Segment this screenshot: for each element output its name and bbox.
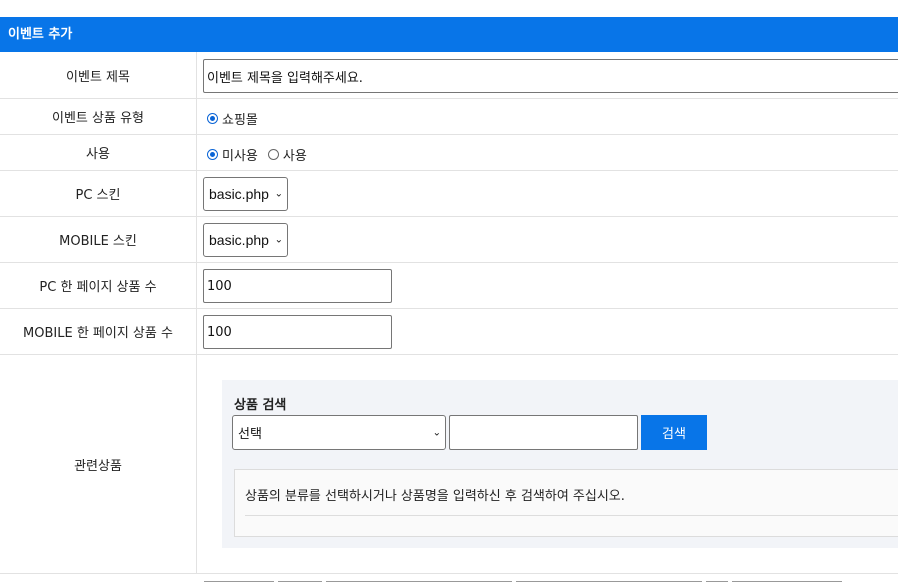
- chevron-down-icon: ⌄: [432, 427, 441, 438]
- mobile-per-page-label: MOBILE 한 페이지 상품 수: [0, 309, 197, 354]
- divider: [245, 515, 898, 516]
- search-notice-text: 상품의 분류를 선택하시거나 상품명을 입력하신 후 검색하여 주십시오.: [245, 489, 625, 504]
- event-title-input[interactable]: 이벤트 제목을 입력해주세요.: [203, 59, 898, 93]
- related-products-label: 관련상품: [0, 355, 197, 573]
- row-mobile-per-page: MOBILE 한 페이지 상품 수 100: [0, 309, 898, 355]
- product-type-label: 이벤트 상품 유형: [0, 99, 197, 134]
- usage-label: 사용: [0, 135, 197, 170]
- mobile-skin-select[interactable]: basic.php ⌄: [203, 223, 288, 257]
- pc-skin-select[interactable]: basic.php ⌄: [203, 177, 288, 211]
- shoppingmall-radio-label: 쇼핑몰: [222, 113, 258, 128]
- product-type-radio-group: 쇼핑몰: [207, 109, 258, 128]
- pc-per-page-label: PC 한 페이지 상품 수: [0, 263, 197, 308]
- row-mobile-skin: MOBILE 스킨 basic.php ⌄: [0, 217, 898, 263]
- row-pc-skin: PC 스킨 basic.php ⌄: [0, 171, 898, 217]
- next-row-controls: [204, 581, 898, 585]
- row-event-title: 이벤트 제목 이벤트 제목을 입력해주세요.: [0, 52, 898, 99]
- unused-radio-label: 미사용: [222, 149, 258, 164]
- pc-per-page-input[interactable]: 100: [203, 269, 392, 303]
- shoppingmall-radio[interactable]: [207, 113, 218, 124]
- row-product-type: 이벤트 상품 유형 쇼핑몰: [0, 99, 898, 135]
- event-title-label: 이벤트 제목: [0, 52, 197, 98]
- pc-skin-label: PC 스킨: [0, 171, 197, 216]
- product-search-panel: 상품 검색 선택 ⌄ 검색 상품의 분류를 선택하시거나 상품명을 입력하신 후…: [222, 380, 898, 548]
- used-radio-label: 사용: [282, 149, 307, 164]
- row-related-products: 관련상품 상품 검색 선택 ⌄ 검색 상품의 분류를 선택하시거나 상품명을 입…: [0, 355, 898, 574]
- section-title: 이벤트 추가: [8, 27, 73, 42]
- usage-radio-group: 미사용 사용: [207, 145, 307, 164]
- category-select[interactable]: 선택 ⌄: [232, 415, 446, 450]
- row-usage: 사용 미사용 사용: [0, 135, 898, 171]
- chevron-down-icon: ⌄: [274, 188, 283, 200]
- unused-radio[interactable]: [207, 149, 218, 160]
- mobile-per-page-input[interactable]: 100: [203, 315, 392, 349]
- mobile-skin-select-value: basic.php: [209, 232, 269, 248]
- product-search-title: 상품 검색: [234, 398, 287, 413]
- mobile-skin-label: MOBILE 스킨: [0, 217, 197, 262]
- row-pc-per-page: PC 한 페이지 상품 수 100: [0, 263, 898, 309]
- section-header: 이벤트 추가: [0, 17, 898, 52]
- product-name-input[interactable]: [449, 415, 638, 450]
- search-notice-box: 상품의 분류를 선택하시거나 상품명을 입력하신 후 검색하여 주십시오.: [234, 469, 898, 537]
- search-button[interactable]: 검색: [641, 415, 707, 450]
- category-select-value: 선택: [238, 427, 262, 442]
- chevron-down-icon: ⌄: [274, 234, 283, 246]
- pc-skin-select-value: basic.php: [209, 186, 269, 202]
- used-radio[interactable]: [267, 149, 279, 160]
